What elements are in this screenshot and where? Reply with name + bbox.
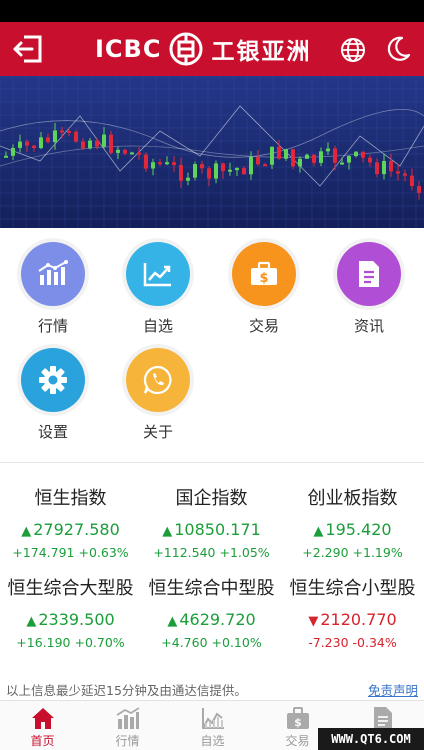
index-value: ▲ 4629.720 xyxy=(141,610,282,630)
app-header: ICBC 工银亚洲 xyxy=(0,22,424,76)
menu-item-trade[interactable]: $ 交易 xyxy=(224,242,304,336)
menu-item-watchlist[interactable]: 自选 xyxy=(118,242,198,336)
logout-icon[interactable] xyxy=(12,34,44,64)
index-name: 国企指数 xyxy=(175,488,248,509)
menu-item-settings[interactable]: 设置 xyxy=(13,348,93,442)
moon-icon[interactable] xyxy=(384,35,412,63)
menu-item-about[interactable]: 关于 xyxy=(118,348,198,442)
section-divider xyxy=(0,462,424,463)
market-indices: 恒生指数 ▲ 27927.580 +174.791 +0.63% 国企指数 ▲ 10… xyxy=(0,470,424,680)
index-value-text: 195.420 xyxy=(325,520,392,539)
globe-icon[interactable] xyxy=(340,37,366,63)
line-chart-icon xyxy=(126,242,190,306)
index-value-text: 27927.580 xyxy=(33,520,120,539)
document-icon xyxy=(337,242,401,306)
index-value: ▼ 2120.770 xyxy=(282,610,423,630)
index-change-points: +4.760 xyxy=(161,635,208,650)
icbc-logo-icon xyxy=(169,32,203,66)
index-name: 恒生综合大型股 xyxy=(7,578,134,599)
site-watermark: WWW.QT6.COM xyxy=(318,728,424,750)
index-name: 创业板指数 xyxy=(307,488,398,509)
index-change-points: -7.230 xyxy=(308,635,349,650)
briefcase-dollar-icon: $ xyxy=(232,242,296,306)
index-change-percent: +0.63% xyxy=(78,545,129,560)
index-change-percent: +1.19% xyxy=(352,545,403,560)
index-change: +2.290 +1.19% xyxy=(282,544,423,562)
menu-item-label: 设置 xyxy=(37,423,68,441)
up-arrow-icon: ▲ xyxy=(167,614,178,629)
line-chart-icon xyxy=(201,708,224,729)
index-value-text: 2339.500 xyxy=(38,610,115,629)
tab-home[interactable]: 首页 xyxy=(0,701,85,750)
index-change-points: +16.190 xyxy=(16,635,71,650)
index-change-percent: +0.70% xyxy=(74,635,125,650)
index-card-mid-cap[interactable]: 恒生综合中型股 ▲ 4629.720 +4.760 +0.10% xyxy=(141,576,282,652)
menu-item-news[interactable]: 资讯 xyxy=(329,242,409,336)
tab-label: 行情 xyxy=(115,734,140,748)
index-change-percent: -0.34% xyxy=(352,635,397,650)
tab-watchlist[interactable]: 自选 xyxy=(170,701,255,750)
candlestick-banner-image xyxy=(0,76,424,228)
index-change-points: +2.290 xyxy=(302,545,349,560)
index-card-hscei[interactable]: 国企指数 ▲ 10850.171 +112.540 +1.05% xyxy=(141,486,282,562)
up-arrow-icon: ▲ xyxy=(21,524,32,539)
phone-bubble-icon xyxy=(126,348,190,412)
index-change-points: +112.540 xyxy=(153,545,216,560)
index-change: +16.190 +0.70% xyxy=(0,634,141,652)
disclaimer-link[interactable]: 免责声明 xyxy=(368,680,418,699)
bar-chart-icon xyxy=(21,242,85,306)
brand-logo: ICBC 工银亚洲 xyxy=(95,32,312,66)
up-arrow-icon: ▲ xyxy=(26,614,37,629)
svg-text:$: $ xyxy=(294,716,302,729)
svg-text:$: $ xyxy=(259,271,268,286)
menu-item-label: 行情 xyxy=(37,317,68,335)
briefcase-dollar-icon: $ xyxy=(286,707,309,729)
menu-item-label: 资讯 xyxy=(353,317,384,335)
function-menu: 行情 自选 $ 交易 资讯 设置 关于 xyxy=(0,228,424,462)
brand-chinese: 工银亚洲 xyxy=(211,39,312,65)
tab-label: 自选 xyxy=(200,734,225,748)
index-card-gem[interactable]: 创业板指数 ▲ 195.420 +2.290 +1.19% xyxy=(282,486,423,562)
index-card-large-cap[interactable]: 恒生综合大型股 ▲ 2339.500 +16.190 +0.70% xyxy=(0,576,141,652)
index-change: -7.230 -0.34% xyxy=(282,634,423,652)
index-card-small-cap[interactable]: 恒生综合小型股 ▼ 2120.770 -7.230 -0.34% xyxy=(282,576,423,652)
tab-label: 首页 xyxy=(30,734,55,748)
menu-item-label: 交易 xyxy=(248,317,279,335)
index-value-text: 10850.171 xyxy=(174,520,261,539)
index-value: ▲ 195.420 xyxy=(282,520,423,540)
index-change: +174.791 +0.63% xyxy=(0,544,141,562)
status-bar xyxy=(0,0,424,22)
index-card-hsi[interactable]: 恒生指数 ▲ 27927.580 +174.791 +0.63% xyxy=(0,486,141,562)
data-delay-notice: 以上信息最少延迟15分钟及由通达信提供。 xyxy=(6,683,247,698)
index-value-text: 2120.770 xyxy=(320,610,397,629)
gear-icon xyxy=(21,348,85,412)
down-arrow-icon: ▼ xyxy=(308,614,319,629)
index-change-percent: +1.05% xyxy=(219,545,270,560)
index-change: +4.760 +0.10% xyxy=(141,634,282,652)
menu-item-label: 关于 xyxy=(142,423,173,441)
index-value-text: 4629.720 xyxy=(179,610,256,629)
menu-item-label: 自选 xyxy=(142,317,173,335)
index-name: 恒生综合小型股 xyxy=(289,578,416,599)
index-change: +112.540 +1.05% xyxy=(141,544,282,562)
index-value: ▲ 10850.171 xyxy=(141,520,282,540)
brand-latin: ICBC xyxy=(95,35,162,63)
bar-chart-icon xyxy=(116,707,139,729)
market-banner xyxy=(0,76,424,228)
index-name: 恒生指数 xyxy=(34,488,107,509)
tab-market[interactable]: 行情 xyxy=(85,701,170,750)
home-icon xyxy=(31,708,54,729)
menu-item-market[interactable]: 行情 xyxy=(13,242,93,336)
up-arrow-icon: ▲ xyxy=(313,524,324,539)
index-value: ▲ 27927.580 xyxy=(0,520,141,540)
index-name: 恒生综合中型股 xyxy=(148,578,275,599)
index-change-percent: +0.10% xyxy=(211,635,262,650)
index-value: ▲ 2339.500 xyxy=(0,610,141,630)
index-change-points: +174.791 xyxy=(12,545,75,560)
up-arrow-icon: ▲ xyxy=(162,524,173,539)
